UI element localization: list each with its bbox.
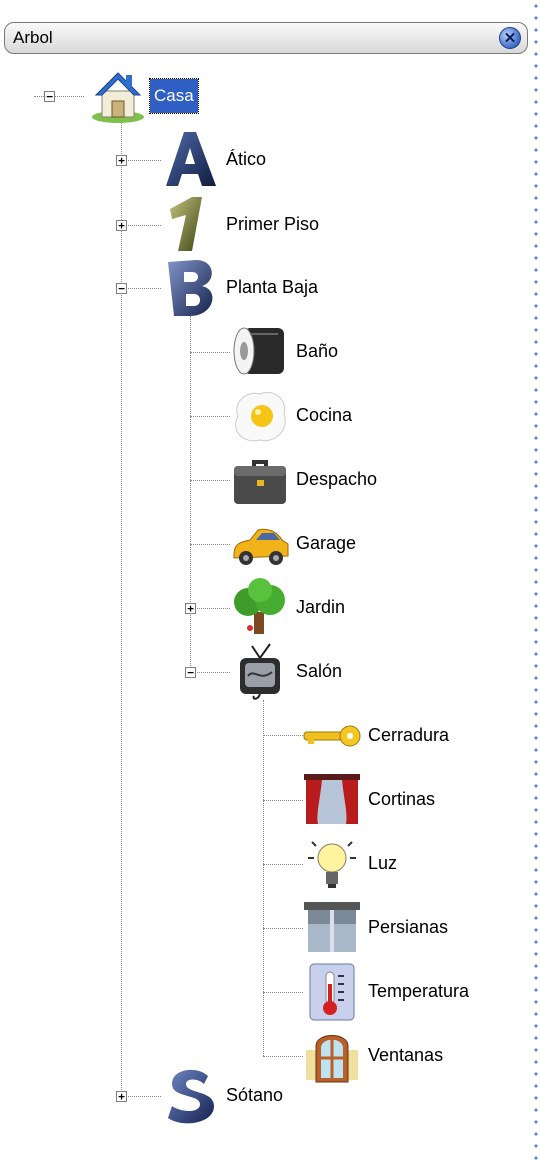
car-icon [230,514,290,574]
close-button[interactable]: ✕ [499,27,521,49]
tree-node-label-garage: Garage [296,533,357,553]
tree-node-cocina[interactable]: Cocina [230,386,380,446]
tree-node-label-primer-piso: Primer Piso [226,214,320,234]
tree-node-despacho[interactable]: Despacho [230,450,410,510]
tree-node-temperatura[interactable]: Temperatura [302,962,522,1022]
tree-line [190,672,230,673]
tree-icon [230,578,290,638]
tree-line [190,416,230,417]
tree-node-label-ventanas: Ventanas [368,1045,444,1065]
expand-button-jardin[interactable]: + [185,603,196,614]
tree-node-cortinas[interactable]: Cortinas [302,770,502,830]
tree-node-label-sotano: Sótano [226,1085,284,1105]
blinds-icon [302,898,362,958]
tree-line [34,96,84,97]
house-icon [88,65,148,125]
curtains-icon [302,770,362,830]
tree-node-salon[interactable]: Salón [230,642,380,702]
tree-line [263,735,303,736]
scroll-edge [531,0,541,1160]
panel-titlebar: Arbol ✕ [4,22,528,54]
toilet-paper-icon [230,322,290,382]
expand-button-primer-piso[interactable]: + [116,220,127,231]
tree-node-ventanas[interactable]: Ventanas [302,1026,502,1086]
tree-line [263,864,303,865]
tree-line [190,608,230,609]
thermometer-icon [302,962,362,1022]
tree-node-label-jardin: Jardin [296,597,346,617]
tree-node-label-temperatura: Temperatura [368,981,470,1001]
tree-node-label-salon: Salón [296,661,343,681]
expand-button-atico[interactable]: + [116,155,127,166]
tree-line [263,1056,303,1057]
tree-node-garage[interactable]: Garage [230,514,390,574]
key-icon [302,706,362,766]
tree-line [263,700,264,1056]
tree-line [121,225,161,226]
collapse-button-planta-baja[interactable]: − [116,283,127,294]
tree-line [190,544,230,545]
tree-node-label-luz: Luz [368,853,398,873]
tree-node-jardin[interactable]: Jardin [230,578,380,638]
briefcase-icon [230,450,290,510]
tree-node-label-persianas: Persianas [368,917,449,937]
letter-s-icon [160,1066,220,1126]
television-icon [230,642,290,702]
collapse-button-salon[interactable]: − [185,667,196,678]
letter-b-icon [160,258,220,318]
tree-line [190,480,230,481]
tree-node-planta-baja[interactable]: Planta Baja [160,258,360,318]
tree-line [121,288,161,289]
tree-node-label-planta-baja: Planta Baja [226,277,319,297]
tree-node-label-bano: Baño [296,341,339,361]
tree-node-label-despacho: Despacho [296,469,378,489]
number-one-icon [160,195,220,255]
fried-egg-icon [230,386,290,446]
letter-a-icon [160,130,220,190]
tree-node-atico[interactable]: Ático [160,130,310,190]
tree-node-label-casa: Casa [149,78,199,114]
tree-node-label-cocina: Cocina [296,405,353,425]
tree-line [121,1096,161,1097]
tree-node-persianas[interactable]: Persianas [302,898,502,958]
panel-title: Arbol [13,28,53,47]
tree-node-luz[interactable]: Luz [302,834,452,894]
tree-line [263,800,303,801]
light-bulb-icon [302,834,362,894]
tree-line [190,352,230,353]
tree-node-primer-piso[interactable]: Primer Piso [160,195,360,255]
tree-node-label-cortinas: Cortinas [368,789,436,809]
tree-node-bano[interactable]: Baño [230,322,380,382]
tree-line [121,160,161,161]
tree-line [263,928,303,929]
tree-line [190,316,191,672]
tree-node-cerradura[interactable]: Cerradura [302,706,502,766]
tree-line [121,112,122,1102]
tree-node-sotano[interactable]: Sótano [160,1066,320,1126]
tree-node-label-atico: Ático [226,149,267,169]
collapse-button-casa[interactable]: − [44,91,55,102]
tree-node-casa[interactable]: Casa [88,65,228,125]
expand-button-sotano[interactable]: + [116,1091,127,1102]
tree-line [263,992,303,993]
tree-node-label-cerradura: Cerradura [368,725,450,745]
